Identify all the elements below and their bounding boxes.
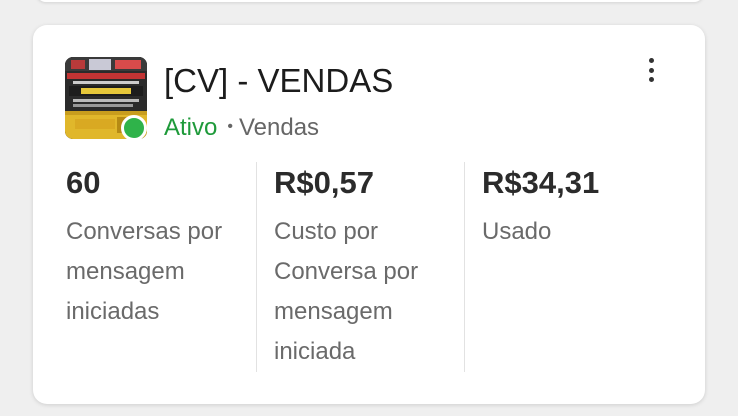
metric-label: Usado — [482, 218, 552, 245]
campaign-subtitle: Ativo • Vendas — [164, 114, 319, 142]
campaign-thumbnail[interactable] — [65, 57, 147, 141]
previous-card — [36, 0, 704, 2]
campaign-objective: Vendas — [238, 114, 320, 141]
metric-divider — [256, 162, 257, 372]
metric-divider — [464, 162, 465, 372]
campaign-title[interactable]: [CV] - VENDAS — [164, 62, 393, 100]
metric-value: R$0,57 — [274, 165, 374, 200]
metric-value: 60 — [66, 165, 101, 200]
menu-dot — [648, 58, 654, 63]
menu-dot — [648, 77, 654, 82]
metric-amount-spent: R$34,31 Usado — [482, 165, 662, 252]
metric-conversations: 60 Conversas por mensagem iniciadas — [66, 165, 246, 332]
metric-cost-per-conversation: R$0,57 Custo por Conversa por mensagem i… — [274, 165, 454, 372]
metric-label: Custo por Conversa por mensagem iniciada — [274, 218, 419, 365]
menu-dot — [648, 67, 654, 73]
more-options-icon[interactable] — [639, 53, 663, 87]
metric-label: Conversas por mensagem iniciadas — [66, 218, 223, 325]
metric-value: R$34,31 — [482, 165, 600, 200]
status-text: Ativo — [164, 114, 218, 141]
campaign-card[interactable]: [CV] - VENDAS Ativo • Vendas 60 Conversas … — [33, 25, 705, 404]
separator-dot: • — [227, 118, 233, 135]
status-dot-icon — [121, 115, 147, 141]
